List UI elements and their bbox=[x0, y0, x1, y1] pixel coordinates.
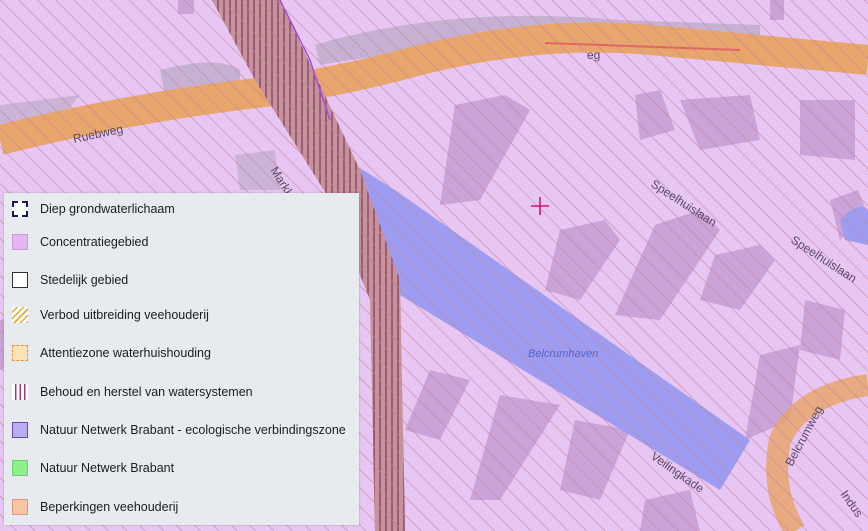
legend-label: Concentratiegebied bbox=[40, 235, 149, 249]
pink-square-icon bbox=[12, 234, 28, 250]
legend-label: Behoud en herstel van watersystemen bbox=[40, 385, 253, 399]
legend-item-diep-grondwaterlichaam: Diep grondwaterlichaam bbox=[12, 198, 175, 220]
dashed-orange-square-icon bbox=[12, 345, 28, 361]
diagonal-hatch-icon bbox=[12, 307, 28, 323]
legend-label: Verbod uitbreiding veehouderij bbox=[40, 308, 209, 322]
legend-label: Stedelijk gebied bbox=[40, 273, 129, 287]
legend-label: Attentiezone waterhuishouding bbox=[40, 346, 211, 360]
dashed-square-icon bbox=[12, 201, 28, 217]
crosshair-icon bbox=[531, 197, 549, 215]
legend-item-concentratiegebied: Concentratiegebied bbox=[12, 231, 148, 253]
legend-item-attentiezone: Attentiezone waterhuishouding bbox=[12, 342, 211, 364]
legend-label: Natuur Netwerk Brabant bbox=[40, 461, 175, 475]
legend-item-behoud-herstel: Behoud en herstel van watersystemen bbox=[12, 381, 253, 403]
map-legend: Diep grondwaterlichaam Concentratiegebie… bbox=[4, 193, 359, 525]
legend-label: Beperkingen veehouderij bbox=[40, 500, 179, 514]
legend-item-nnb: Natuur Netwerk Brabant bbox=[12, 457, 174, 479]
water-label-belcrumhaven: Belcrumhaven bbox=[528, 348, 598, 360]
legend-item-verbod-uitbreiding: Verbod uitbreiding veehouderij bbox=[12, 304, 209, 326]
legend-item-beperkingen: Beperkingen veehouderij bbox=[12, 496, 178, 518]
legend-item-stedelijk-gebied: Stedelijk gebied bbox=[12, 269, 128, 291]
legend-item-nnb-ecologische: Natuur Netwerk Brabant - ecologische ver… bbox=[12, 419, 346, 441]
legend-label: Diep grondwaterlichaam bbox=[40, 202, 175, 216]
green-square-icon bbox=[12, 460, 28, 476]
outline-square-icon bbox=[12, 272, 28, 288]
street-label-eg: eg bbox=[587, 48, 600, 62]
purple-square-icon bbox=[12, 422, 28, 438]
vertical-lines-icon bbox=[12, 384, 28, 400]
legend-label: Natuur Netwerk Brabant - ecologische ver… bbox=[40, 423, 346, 437]
orange-square-icon bbox=[12, 499, 28, 515]
